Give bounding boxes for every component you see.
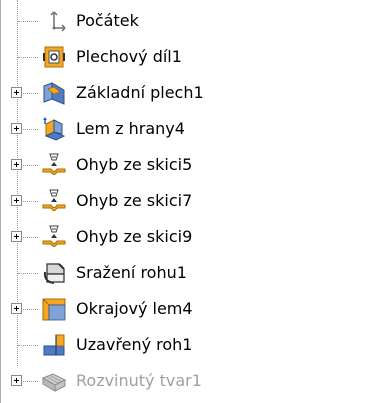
expand-button[interactable] [11, 87, 22, 98]
expand-button[interactable] [11, 123, 22, 134]
tree-item-label: Rozvinutý tvar1 [76, 371, 202, 390]
tree-branch-line [18, 345, 38, 346]
miter-flange-icon [40, 296, 68, 322]
expand-button[interactable] [11, 303, 22, 314]
expand-button[interactable] [11, 195, 22, 206]
sketched-bend-icon [40, 224, 68, 250]
tree-item-miter-flange[interactable]: Okrajový lem4 [0, 291, 390, 327]
tree-item-sketched-bend-5[interactable]: Ohyb ze skici5 [0, 147, 390, 183]
tree-item-label: Uzavřený roh1 [76, 335, 193, 354]
tree-item-base-flange[interactable]: Základní plech1 [0, 75, 390, 111]
tree-item-label: Ohyb ze skici5 [76, 155, 193, 174]
tree-item-edge-flange[interactable]: Lem z hrany4 [0, 111, 390, 147]
tree-item-label: Lem z hrany4 [76, 119, 185, 138]
expand-button[interactable] [11, 159, 22, 170]
edge-flange-icon [40, 116, 68, 142]
tree-item-sketched-bend-7[interactable]: Ohyb ze skici7 [0, 183, 390, 219]
tree-item-sketched-bend-9[interactable]: Ohyb ze skici9 [0, 219, 390, 255]
tree-item-label: Sražení rohu1 [76, 263, 187, 282]
expand-button[interactable] [11, 375, 22, 386]
tree-item-label: Počátek [76, 11, 139, 30]
origin-icon [40, 8, 68, 34]
break-corner-icon [40, 260, 68, 286]
tree-item-label: Základní plech1 [76, 83, 204, 102]
tree-item-label: Okrajový lem4 [76, 299, 193, 318]
tree-item-flat-pattern[interactable]: Rozvinutý tvar1 [0, 363, 390, 399]
tree-branch-line [18, 273, 38, 274]
closed-corner-icon [40, 332, 68, 358]
tree-item-label: Ohyb ze skici9 [76, 227, 193, 246]
sketched-bend-icon [40, 188, 68, 214]
tree-item-closed-corner[interactable]: Uzavřený roh1 [0, 327, 390, 363]
base-flange-icon [40, 80, 68, 106]
expand-button[interactable] [11, 231, 22, 242]
sketched-bend-icon [40, 152, 68, 178]
tree-item-label: Ohyb ze skici7 [76, 191, 193, 210]
feature-tree: Počátek Plechový díl1 Základní plech1 Le… [0, 0, 390, 403]
flat-pattern-icon [40, 368, 68, 394]
tree-branch-line [18, 57, 38, 58]
tree-item-break-corner[interactable]: Sražení rohu1 [0, 255, 390, 291]
tree-item-label: Plechový díl1 [76, 47, 182, 66]
tree-item-sheet-metal[interactable]: Plechový díl1 [0, 39, 390, 75]
tree-item-origin[interactable]: Počátek [0, 3, 390, 39]
sheet-metal-icon [40, 44, 68, 70]
tree-branch-line [18, 21, 38, 22]
